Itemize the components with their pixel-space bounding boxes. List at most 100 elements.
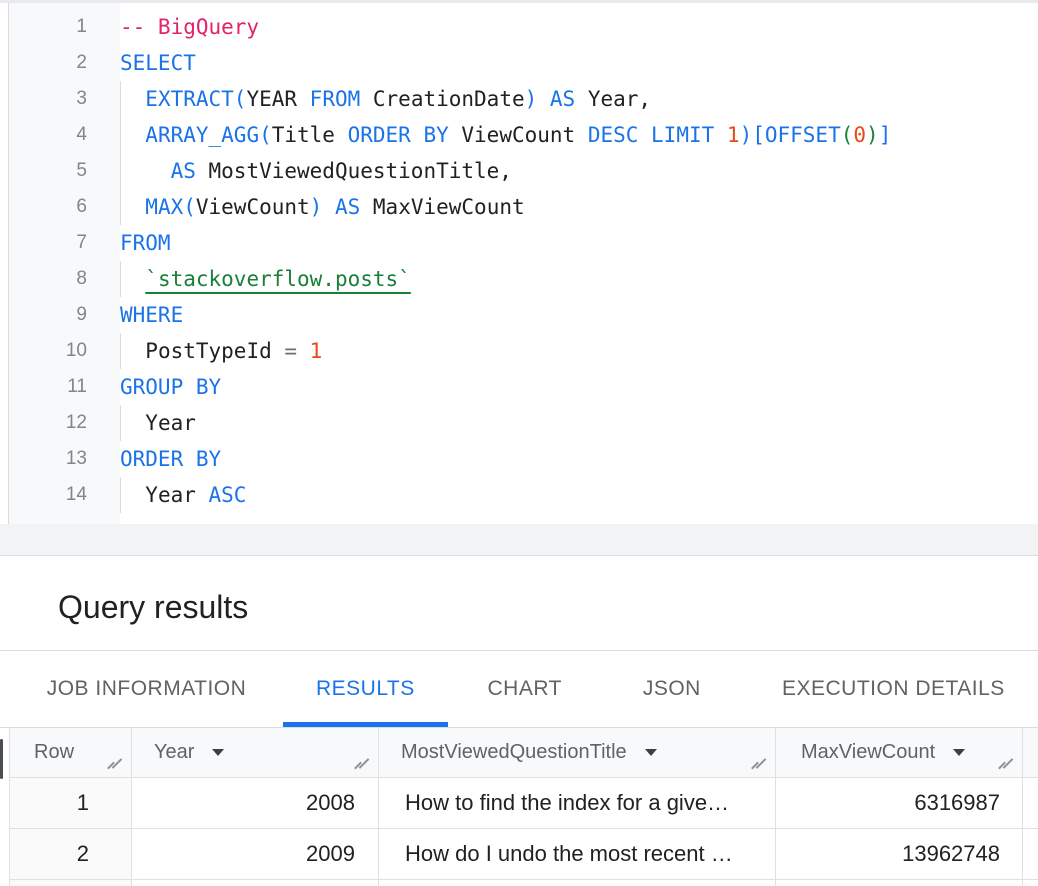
line-number: 5 xyxy=(9,153,120,189)
code-token: )[ xyxy=(740,123,765,147)
line-number: 14 xyxy=(9,477,120,513)
indent-guide xyxy=(120,81,121,117)
tab-results[interactable]: RESULTS xyxy=(283,651,448,727)
code-token: FROM xyxy=(120,231,171,255)
code-token: ASC xyxy=(209,483,247,507)
code-token: MaxViewCount xyxy=(373,195,525,219)
table-cell xyxy=(132,880,379,886)
sort-dropdown-icon[interactable] xyxy=(953,749,965,756)
code-line[interactable]: ORDER BY xyxy=(120,441,1038,477)
line-number: 9 xyxy=(9,297,120,333)
line-number: 11 xyxy=(9,369,120,405)
code-line[interactable]: `stackoverflow.posts` xyxy=(120,261,1038,297)
column-header-label: Year xyxy=(154,741,194,764)
code-token: ORDER BY xyxy=(348,123,462,147)
code-line[interactable]: -- BigQuery xyxy=(120,9,1038,45)
indent-guide xyxy=(120,153,121,189)
code-token: AS xyxy=(171,159,209,183)
code-line[interactable]: GROUP BY xyxy=(120,369,1038,405)
code-token: CreationDate xyxy=(373,87,525,111)
column-resize-icon[interactable] xyxy=(997,756,1013,770)
table-cell: 13962748 xyxy=(776,829,1023,879)
code-token: DESC LIMIT xyxy=(588,123,727,147)
code-line[interactable]: MAX(ViewCount) AS MaxViewCount xyxy=(120,189,1038,225)
table-cell: 6316987 xyxy=(776,778,1023,828)
code-token: 0 xyxy=(853,123,866,147)
code-line[interactable]: EXTRACT(YEAR FROM CreationDate) AS Year, xyxy=(120,81,1038,117)
code-token: Year, xyxy=(588,87,651,111)
line-number: 1 xyxy=(9,9,120,45)
column-resize-icon[interactable] xyxy=(106,756,122,770)
line-number: 6 xyxy=(9,189,120,225)
line-number: 13 xyxy=(9,441,120,477)
table-cell-spacer xyxy=(1023,778,1038,828)
code-token: ) xyxy=(525,87,550,111)
tab-job-information[interactable]: JOB INFORMATION xyxy=(34,651,259,727)
code-line[interactable]: AS MostViewedQuestionTitle, xyxy=(120,153,1038,189)
editor-code[interactable]: -- BigQuerySELECT EXTRACT(YEAR FROM Crea… xyxy=(120,3,1038,524)
code-token: ) xyxy=(866,123,879,147)
code-token: MostViewedQuestionTitle, xyxy=(209,159,512,183)
indent-guide xyxy=(120,405,121,441)
code-token: OFFSET xyxy=(765,123,841,147)
code-line[interactable]: PostTypeId = 1 xyxy=(120,333,1038,369)
code-line[interactable]: WHERE xyxy=(120,297,1038,333)
column-header-mostviewedquestiontitle[interactable]: MostViewedQuestionTitle xyxy=(379,728,776,777)
column-resize-icon[interactable] xyxy=(750,756,766,770)
table-cell xyxy=(10,880,132,886)
indent-guide xyxy=(120,261,121,297)
code-token xyxy=(120,339,145,363)
sort-dropdown-icon[interactable] xyxy=(212,749,224,756)
code-token xyxy=(120,195,145,219)
code-token xyxy=(120,411,145,435)
column-header-spacer xyxy=(1023,728,1038,777)
code-token: ViewCount xyxy=(461,123,587,147)
code-token: ORDER BY xyxy=(120,447,221,471)
bigquery-query-panel: 1234567891011121314 -- BigQuerySELECT EX… xyxy=(0,0,1038,886)
code-line[interactable]: Year xyxy=(120,405,1038,441)
sql-editor[interactable]: 1234567891011121314 -- BigQuerySELECT EX… xyxy=(0,3,1038,524)
sort-dropdown-icon[interactable] xyxy=(645,749,657,756)
line-number: 7 xyxy=(9,225,120,261)
line-number: 12 xyxy=(9,405,120,441)
editor-left-rail xyxy=(0,3,9,524)
code-token xyxy=(120,483,145,507)
column-header-maxviewcount[interactable]: MaxViewCount xyxy=(776,728,1023,777)
line-number: 2 xyxy=(9,45,120,81)
table-header-row: Row Year MostViewedQuestionTitleMaxViewCou… xyxy=(10,728,1038,778)
column-resize-icon[interactable] xyxy=(353,756,369,770)
column-header-year[interactable]: Year xyxy=(132,728,379,777)
code-token: AS xyxy=(335,195,373,219)
code-token: WHERE xyxy=(120,303,183,327)
results-tab-bar: JOB INFORMATION RESULTS CHART JSON EXECUTION… xyxy=(0,651,1038,727)
table-reference-link[interactable]: `stackoverflow.posts` xyxy=(145,267,411,291)
code-line[interactable]: Year ASC xyxy=(120,477,1038,513)
row-number-cell: 1 xyxy=(10,778,132,828)
table-cell: 2009 xyxy=(132,829,379,879)
table-cell: How do I undo the most recent … xyxy=(379,829,776,879)
code-token: 1 xyxy=(310,339,323,363)
column-header-row[interactable]: Row xyxy=(10,728,132,777)
code-token: ( xyxy=(841,123,854,147)
scrollbar-thumb[interactable] xyxy=(0,739,3,779)
tab-execution-details[interactable]: EXECUTION DETAILS xyxy=(766,651,1038,727)
code-token: ARRAY_AGG( xyxy=(145,123,271,147)
line-number: 10 xyxy=(9,333,120,369)
code-token: PostTypeId xyxy=(145,339,284,363)
code-line[interactable]: SELECT xyxy=(120,45,1038,81)
code-token: Year xyxy=(145,411,196,435)
table-row: 22009How do I undo the most recent …1396… xyxy=(10,829,1038,880)
code-token: EXTRACT( xyxy=(145,87,246,111)
tab-label: EXECUTION DETAILS xyxy=(782,677,1005,701)
code-token: AS xyxy=(550,87,588,111)
line-number: 3 xyxy=(9,81,120,117)
table-row xyxy=(10,880,1038,886)
code-line[interactable]: FROM xyxy=(120,225,1038,261)
code-line[interactable]: ARRAY_AGG(Title ORDER BY ViewCount DESC … xyxy=(120,117,1038,153)
tab-json[interactable]: JSON xyxy=(602,651,742,727)
tab-chart[interactable]: CHART xyxy=(472,651,578,727)
query-results-title: Query results xyxy=(58,589,248,626)
code-token: GROUP BY xyxy=(120,375,221,399)
editor-gutter: 1234567891011121314 xyxy=(9,3,120,524)
code-token: FROM xyxy=(310,87,373,111)
